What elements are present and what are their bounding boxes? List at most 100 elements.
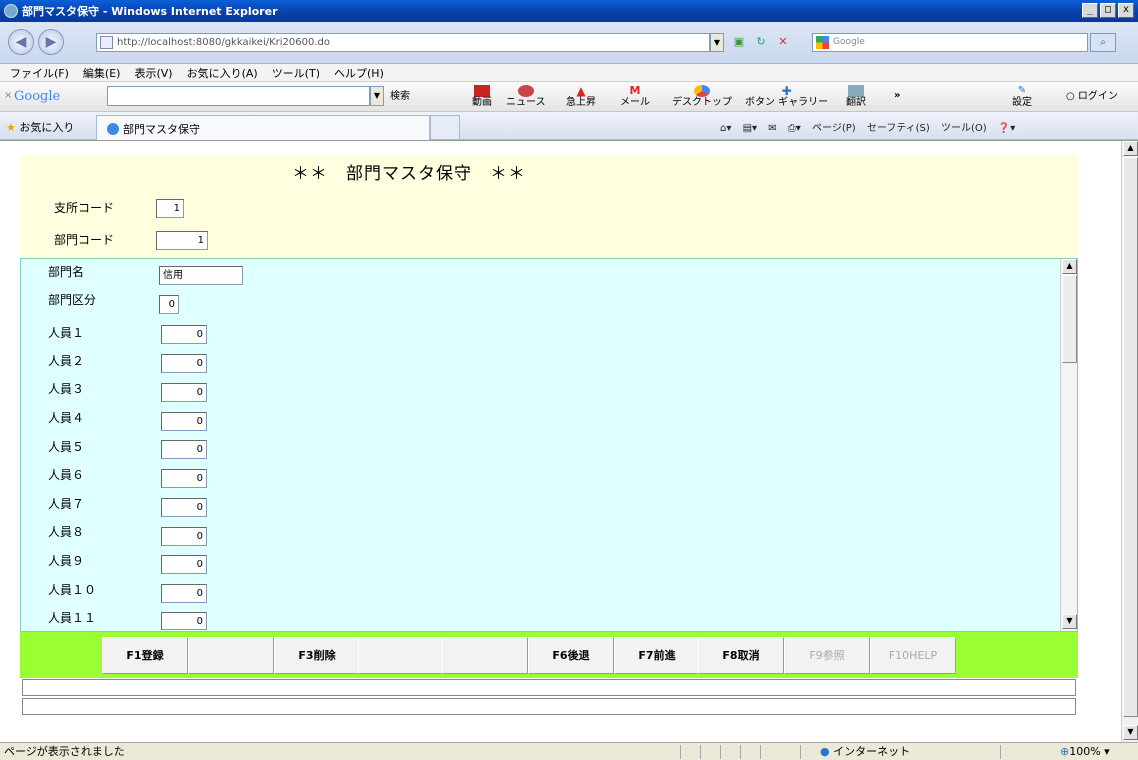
staff-field[interactable]: 0 <box>161 412 207 431</box>
minimize-button[interactable]: _ <box>1082 3 1098 18</box>
f5-blank-button[interactable] <box>442 637 528 674</box>
window-title-bar: 部門マスタ保守 - Windows Internet Explorer _ □ … <box>0 0 1138 22</box>
f3-delete-button[interactable]: F3削除 <box>274 637 360 674</box>
toolbar-news-label: ニュース <box>506 97 546 108</box>
status-divider <box>800 745 801 759</box>
toolbar-desktop[interactable]: デスクトップ <box>672 85 732 109</box>
help-icon[interactable]: ❓▾ <box>998 123 1015 134</box>
f7-forward-button[interactable]: F7前進 <box>614 637 700 674</box>
forward-button[interactable]: ▶ <box>38 29 64 55</box>
toolbar-trends[interactable]: ▲ 急上昇 <box>566 85 596 109</box>
search-box[interactable]: Google <box>812 33 1088 52</box>
scroll-up-icon[interactable]: ▲ <box>1062 259 1077 274</box>
staff-field[interactable]: 0 <box>161 612 207 630</box>
toolbar-settings-label: 設定 <box>1012 97 1032 108</box>
stop-icon[interactable]: ✕ <box>774 34 792 51</box>
toolbar-settings[interactable]: ✎ 設定 <box>1012 85 1032 109</box>
google-toolbar-logo: Google <box>14 89 61 104</box>
cmd-page[interactable]: ページ(P) <box>812 123 856 134</box>
dept-code-field[interactable]: 1 <box>156 231 208 250</box>
dept-name-field[interactable]: 信用 <box>159 266 243 285</box>
staff-label: 人員８ <box>48 525 85 539</box>
detail-scrollbar[interactable]: ▲ ▼ <box>1060 259 1077 631</box>
page-scroll-down-icon[interactable]: ▼ <box>1123 725 1138 740</box>
tab-current[interactable]: 部門マスタ保守 <box>96 115 430 140</box>
menu-view[interactable]: 表示(V) <box>134 65 172 81</box>
search-button[interactable]: ⌕ <box>1090 33 1116 52</box>
toolbar-video[interactable]: 動画 <box>472 85 492 109</box>
address-text: http://localhost:8080/gkkaikei/Kri20600.… <box>117 37 331 48</box>
f2-blank-button[interactable] <box>188 637 274 674</box>
address-toolbar: ◀ ▶ http://localhost:8080/gkkaikei/Kri20… <box>0 22 1138 64</box>
back-button[interactable]: ◀ <box>8 29 34 55</box>
close-button[interactable]: x <box>1118 3 1134 18</box>
staff-field[interactable]: 0 <box>161 498 207 517</box>
command-bar: ⌂▾ ▤▾ ✉ ⎙▾ ページ(P) セーフティ(S) ツール(O) ❓▾ <box>720 119 1023 134</box>
header-panel: ＊＊ 部門マスタ保守 ＊＊ 支所コード 1 部門コード 1 <box>20 155 1078 259</box>
refresh-icon[interactable]: ↻ <box>752 34 770 51</box>
zoom-icon: ⊕ <box>1060 745 1070 758</box>
f10-help-button: F10HELP <box>870 637 956 674</box>
f6-back-button[interactable]: F6後退 <box>528 637 614 674</box>
staff-field[interactable]: 0 <box>161 440 207 459</box>
google-search-label: 検索 <box>390 91 410 102</box>
menu-edit[interactable]: 編集(E) <box>83 65 121 81</box>
address-bar[interactable]: http://localhost:8080/gkkaikei/Kri20600.… <box>96 33 710 52</box>
page-viewport: ＊＊ 部門マスタ保守 ＊＊ 支所コード 1 部門コード 1 部門名 信用 部門区… <box>0 140 1138 743</box>
favorites-button[interactable]: ★ お気に入り <box>6 119 74 135</box>
toolbar-mail[interactable]: M メール <box>620 85 650 109</box>
compat-view-icon[interactable]: ▣ <box>730 34 748 51</box>
toolbar-gallery[interactable]: ✚ ボタン ギャラリー <box>745 85 828 109</box>
address-dropdown-button[interactable]: ▼ <box>710 33 724 52</box>
google-search-dropdown[interactable]: ▼ <box>370 86 384 106</box>
detail-scroll-thumb[interactable] <box>1062 275 1077 363</box>
cmd-safety[interactable]: セーフティ(S) <box>867 123 930 134</box>
home-icon[interactable]: ⌂▾ <box>720 123 731 134</box>
page-scroll-thumb[interactable] <box>1123 157 1138 717</box>
toolbar-news[interactable]: ニュース <box>506 85 546 109</box>
f8-cancel-button[interactable]: F8取消 <box>698 637 784 674</box>
staff-label: 人員３ <box>48 382 85 396</box>
status-divider <box>720 745 721 759</box>
staff-field[interactable]: 0 <box>161 325 207 344</box>
branch-code-field[interactable]: 1 <box>156 199 184 218</box>
google-search-input[interactable] <box>107 86 370 106</box>
f1-register-button[interactable]: F1登録 <box>102 637 188 674</box>
toolbar-translate[interactable]: 翻訳 <box>846 85 866 109</box>
security-zone[interactable]: ● インターネット <box>820 743 910 760</box>
staff-label: 人員１０ <box>48 583 97 597</box>
zoom-level[interactable]: ⊕100% ▾ <box>1060 743 1110 760</box>
new-tab-button[interactable] <box>430 115 460 140</box>
staff-label: 人員２ <box>48 354 85 368</box>
menu-tools[interactable]: ツール(T) <box>272 65 320 81</box>
menu-favorites[interactable]: お気に入り(A) <box>187 65 258 81</box>
staff-field[interactable]: 0 <box>161 469 207 488</box>
maximize-button[interactable]: □ <box>1100 3 1116 18</box>
scroll-down-icon[interactable]: ▼ <box>1062 614 1077 629</box>
staff-field[interactable]: 0 <box>161 555 207 574</box>
back-arrow-icon: ◀ <box>15 34 27 50</box>
f9-reference-button: F9参照 <box>784 637 870 674</box>
staff-field[interactable]: 0 <box>161 527 207 546</box>
dept-class-field[interactable]: 0 <box>159 295 179 314</box>
message-line-1 <box>22 679 1076 696</box>
feeds-icon[interactable]: ▤▾ <box>743 123 757 134</box>
staff-label: 人員９ <box>48 554 85 568</box>
menu-file[interactable]: ファイル(F) <box>10 65 69 81</box>
cmd-tools[interactable]: ツール(O) <box>941 123 987 134</box>
zone-label: インターネット <box>833 745 911 758</box>
menu-help[interactable]: ヘルプ(H) <box>334 65 384 81</box>
page-scrollbar[interactable]: ▲ ▼ <box>1121 141 1138 743</box>
f4-blank-button[interactable] <box>358 637 444 674</box>
staff-field[interactable]: 0 <box>161 584 207 603</box>
google-search-button[interactable]: 検索 <box>390 91 410 103</box>
toolbar-more[interactable]: » <box>894 90 900 102</box>
mail-icon[interactable]: ✉ <box>768 123 776 134</box>
translate-icon <box>848 85 864 97</box>
staff-field[interactable]: 0 <box>161 383 207 402</box>
toolbar-login[interactable]: ○ ログイン <box>1066 91 1118 103</box>
print-icon[interactable]: ⎙▾ <box>788 123 801 134</box>
staff-field[interactable]: 0 <box>161 354 207 373</box>
toolbar-close-icon[interactable]: × <box>4 90 12 101</box>
page-scroll-up-icon[interactable]: ▲ <box>1123 141 1138 156</box>
